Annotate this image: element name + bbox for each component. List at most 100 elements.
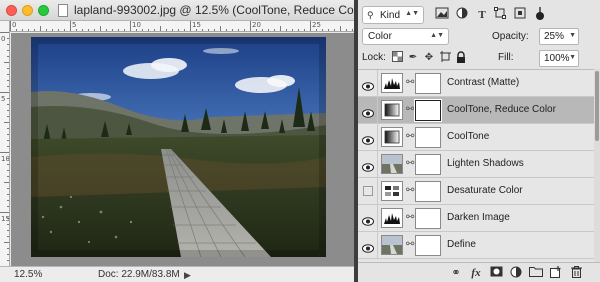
chain-link-icon[interactable]: ⚯ <box>406 185 414 196</box>
chevron-updown-icon: ▲▼ <box>430 32 444 39</box>
blend-mode-select[interactable]: Color ▲▼ <box>362 28 449 45</box>
eye-icon[interactable] <box>362 240 374 253</box>
layer-mask-thumbnail[interactable] <box>415 154 441 175</box>
gradient-map-icon[interactable] <box>381 127 403 147</box>
status-menu-arrow-icon[interactable]: ▶ <box>184 270 191 281</box>
opacity-input[interactable]: 25% ▼ <box>539 28 579 45</box>
layer-name[interactable]: CoolTone, Reduce Color <box>447 104 556 115</box>
visibility-toggle[interactable] <box>363 186 373 196</box>
eye-icon[interactable] <box>362 159 374 172</box>
zoom-window-button[interactable] <box>38 5 49 16</box>
ruler-tick <box>304 29 305 31</box>
ruler-tick <box>4 242 9 243</box>
lock-all-icon[interactable] <box>454 51 468 65</box>
ruler-tick <box>130 21 131 31</box>
chain-link-icon[interactable]: ⚯ <box>406 77 414 88</box>
ruler-tick <box>172 29 173 31</box>
layer-row[interactable]: ⚯ Lighten Shadows <box>358 151 594 178</box>
layers-scrollbar[interactable] <box>594 69 600 262</box>
smart-object-filter-icon[interactable] <box>512 7 528 23</box>
ruler-number: 20 <box>252 21 261 29</box>
eye-icon[interactable] <box>362 213 374 226</box>
chain-link-icon[interactable]: ⚯ <box>406 131 414 142</box>
layer-mask-thumbnail[interactable] <box>414 99 442 122</box>
channel-mixer-icon[interactable] <box>381 181 403 201</box>
levels-icon[interactable] <box>381 73 403 93</box>
scrollbar-thumb[interactable] <box>595 71 599 141</box>
layer-name[interactable]: Desaturate Color <box>447 185 523 196</box>
ruler-tick <box>70 21 71 31</box>
layer-row[interactable]: ⚯ Define <box>358 232 594 259</box>
layer-style-icon[interactable]: fx <box>468 266 484 280</box>
ruler-tick <box>7 194 9 195</box>
chain-link-icon[interactable]: ⚯ <box>406 212 414 223</box>
layer-row[interactable]: ⚯ Contrast (Matte) <box>358 70 594 97</box>
ruler-tick <box>286 29 287 31</box>
layer-row[interactable]: ⚯ CoolTone, Reduce Color <box>358 97 594 124</box>
layer-mask-thumbnail[interactable] <box>415 127 441 148</box>
add-mask-icon[interactable] <box>488 266 504 280</box>
layer-mask-thumbnail[interactable] <box>415 235 441 256</box>
new-layer-icon[interactable] <box>548 266 564 280</box>
shape-filter-icon[interactable] <box>492 7 508 23</box>
fill-input[interactable]: 100% ▼ <box>539 50 579 67</box>
ruler-tick <box>7 86 9 87</box>
gradient-map-icon[interactable] <box>381 100 403 120</box>
eye-icon[interactable] <box>362 132 374 145</box>
adjustment-filter-icon[interactable] <box>454 7 470 23</box>
layer-name[interactable]: Define <box>447 239 476 250</box>
layer-thumbnail[interactable] <box>381 235 403 255</box>
ruler-tick <box>166 29 167 31</box>
filter-kind-select[interactable]: ⚲ Kind ▲▼ <box>362 6 424 24</box>
eye-icon[interactable] <box>362 105 374 118</box>
layer-row[interactable]: ⚯ Darken Image <box>358 205 594 232</box>
ruler-tick <box>7 104 9 105</box>
horizontal-ruler[interactable]: 0 5 10 15 20 25 <box>10 21 354 32</box>
canvas-area[interactable] <box>11 33 354 266</box>
layer-name[interactable]: CoolTone <box>447 131 489 142</box>
layer-name[interactable]: Lighten Shadows <box>447 158 524 169</box>
layer-mask-thumbnail[interactable] <box>415 73 441 94</box>
zoom-level[interactable]: 12.5% <box>14 269 42 280</box>
levels-icon[interactable] <box>381 208 403 228</box>
ruler-tick <box>208 29 209 31</box>
layer-row[interactable]: ⚯ CoolTone <box>358 124 594 151</box>
ruler-tick <box>7 260 9 261</box>
trash-icon[interactable] <box>568 266 584 280</box>
minimize-window-button[interactable] <box>22 5 33 16</box>
link-layers-icon[interactable]: ⚭ <box>448 266 464 280</box>
layer-name[interactable]: Darken Image <box>447 212 510 223</box>
fill-value: 100% <box>544 53 570 64</box>
row-separator <box>377 151 378 178</box>
ruler-tick <box>196 29 197 31</box>
layer-mask-thumbnail[interactable] <box>415 181 441 202</box>
layer-name[interactable]: Contrast (Matte) <box>447 77 519 88</box>
chain-link-icon[interactable]: ⚯ <box>406 104 414 115</box>
document-titlebar[interactable]: lapland-993002.jpg @ 12.5% (CoolTone, Re… <box>0 0 412 21</box>
chevron-down-icon: ▼ <box>569 32 576 39</box>
chain-link-icon[interactable]: ⚯ <box>406 239 414 250</box>
lock-pixels-icon[interactable]: ✒ <box>406 51 420 65</box>
ruler-tick <box>160 26 161 31</box>
new-adjustment-layer-icon[interactable] <box>508 266 524 280</box>
close-window-button[interactable] <box>6 5 17 16</box>
image-filter-icon[interactable] <box>434 7 450 23</box>
ruler-tick <box>40 26 41 31</box>
ruler-tick <box>4 62 9 63</box>
lock-position-icon[interactable]: ✥ <box>422 51 436 65</box>
type-filter-icon[interactable]: T <box>474 7 490 23</box>
layer-row[interactable]: ⚯ Desaturate Color <box>358 178 594 205</box>
ruler-tick <box>46 29 47 31</box>
layer-thumbnail[interactable] <box>381 154 403 174</box>
lock-artboard-icon[interactable] <box>438 51 452 65</box>
lock-transparency-icon[interactable] <box>390 51 404 65</box>
ruler-tick <box>328 29 329 31</box>
eye-icon[interactable] <box>362 78 374 91</box>
chain-link-icon[interactable]: ⚯ <box>406 158 414 169</box>
new-group-icon[interactable] <box>528 266 544 280</box>
ruler-tick <box>250 21 251 31</box>
vertical-ruler[interactable]: 0 5 10 15 <box>0 21 10 266</box>
filter-row: ⚲ Kind ▲▼ T <box>358 6 600 26</box>
filter-toggle-icon[interactable] <box>532 7 548 23</box>
layer-mask-thumbnail[interactable] <box>415 208 441 229</box>
